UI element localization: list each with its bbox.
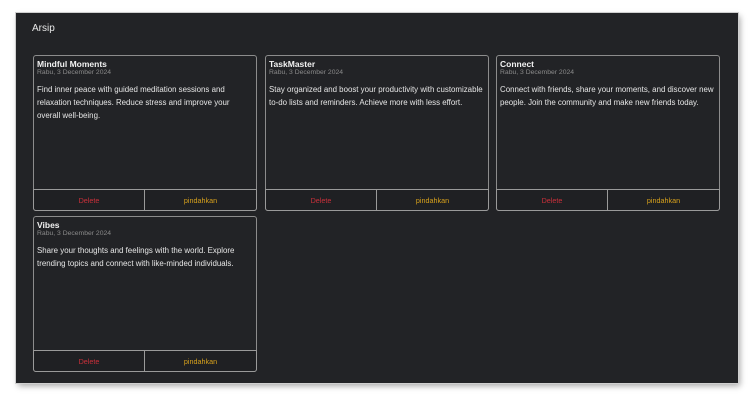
note-card: Connect Rabu, 3 December 2024 Connect wi… <box>496 55 720 211</box>
card-description: Find inner peace with guided meditation … <box>37 85 230 120</box>
card-title: Connect <box>500 59 534 69</box>
card-title: Mindful Moments <box>37 59 107 69</box>
archive-panel: Arsip Mindful Moments Rabu, 3 December 2… <box>16 13 738 383</box>
delete-button[interactable]: Delete <box>33 350 145 372</box>
card-actions: Delete pindahkan <box>33 189 257 211</box>
section-title: Arsip <box>32 23 55 34</box>
card-date: Rabu, 3 December 2024 <box>37 69 112 76</box>
card-description: Stay organized and boost your productivi… <box>269 85 483 107</box>
note-card: TaskMaster Rabu, 3 December 2024 Stay or… <box>265 55 489 211</box>
card-date: Rabu, 3 December 2024 <box>269 69 344 76</box>
card-actions: Delete pindahkan <box>33 350 257 372</box>
note-card: Vibes Rabu, 3 December 2024 Share your t… <box>33 216 257 372</box>
card-date: Rabu, 3 December 2024 <box>37 230 112 237</box>
delete-button[interactable]: Delete <box>496 189 608 211</box>
card-title: Vibes <box>37 220 60 230</box>
card-date: Rabu, 3 December 2024 <box>500 69 575 76</box>
move-button[interactable]: pindahkan <box>608 189 720 211</box>
move-button[interactable]: pindahkan <box>145 350 257 372</box>
delete-button[interactable]: Delete <box>33 189 145 211</box>
card-title: TaskMaster <box>269 59 316 69</box>
note-card: Mindful Moments Rabu, 3 December 2024 Fi… <box>33 55 257 211</box>
card-description: Connect with friends, share your moments… <box>500 85 714 107</box>
move-button[interactable]: pindahkan <box>145 189 257 211</box>
move-button[interactable]: pindahkan <box>377 189 489 211</box>
card-description: Share your thoughts and feelings with th… <box>37 246 235 268</box>
delete-button[interactable]: Delete <box>265 189 377 211</box>
card-actions: Delete pindahkan <box>265 189 489 211</box>
card-actions: Delete pindahkan <box>496 189 720 211</box>
